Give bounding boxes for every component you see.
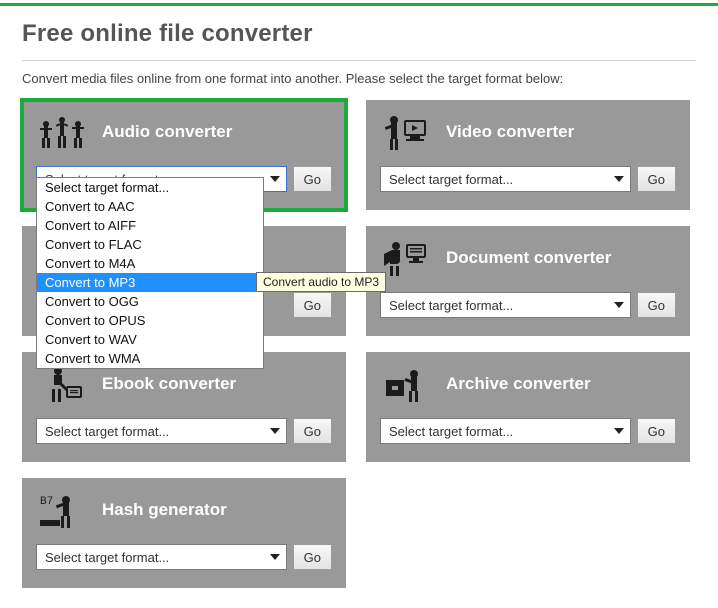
audio-go-button[interactable]: Go xyxy=(293,166,332,192)
ebook-format-select[interactable]: Select target format... xyxy=(36,418,287,444)
audio-option[interactable]: Select target format... xyxy=(37,178,263,197)
card-header: B7 Hash generator xyxy=(36,490,332,530)
card-title: Video converter xyxy=(446,122,574,142)
hash-go-button[interactable]: Go xyxy=(293,544,332,570)
chevron-down-icon xyxy=(270,428,280,434)
document-go-button[interactable]: Go xyxy=(637,292,676,318)
card-video: Video converter Select target format... … xyxy=(366,100,690,210)
hash-format-select[interactable]: Select target format... xyxy=(36,544,287,570)
card-header: Ebook converter xyxy=(36,364,332,404)
select-value: Select target format... xyxy=(45,550,169,565)
ebook-go-button[interactable]: Go xyxy=(293,418,332,444)
chevron-down-icon xyxy=(614,176,624,182)
audio-icon xyxy=(36,112,88,152)
card-header: Archive converter xyxy=(380,364,676,404)
chevron-down-icon xyxy=(614,302,624,308)
archive-format-select[interactable]: Select target format... xyxy=(380,418,631,444)
audio-option[interactable]: Convert to MP3 xyxy=(37,273,263,292)
audio-option[interactable]: Convert to WAV xyxy=(37,330,263,349)
audio-dropdown-panel[interactable]: Select target format...Convert to AACCon… xyxy=(36,177,264,369)
card-title: Ebook converter xyxy=(102,374,236,394)
page-intro: Convert media files online from one form… xyxy=(22,71,696,86)
card-audio: Audio converter Select target format... … xyxy=(22,100,346,210)
card-archive: Archive converter Select target format..… xyxy=(366,352,690,462)
card-controls: Select target format... Go xyxy=(380,418,676,444)
audio-option[interactable]: Convert to AIFF xyxy=(37,216,263,235)
card-controls: Select target format... Go xyxy=(380,166,676,192)
document-icon xyxy=(380,238,432,278)
card-hash: B7 Hash generator Select target format..… xyxy=(22,478,346,588)
card-controls: Select target format... Go xyxy=(36,418,332,444)
audio-option[interactable]: Convert to OGG xyxy=(37,292,263,311)
card-title: Audio converter xyxy=(102,122,232,142)
card-header: Audio converter xyxy=(36,112,332,152)
card-title: Archive converter xyxy=(446,374,591,394)
chevron-down-icon xyxy=(270,176,280,182)
archive-icon xyxy=(380,364,432,404)
svg-text:B7: B7 xyxy=(40,496,53,508)
card-header: Video converter xyxy=(380,112,676,152)
card-document: Document converter Select target format.… xyxy=(366,226,690,336)
video-go-button[interactable]: Go xyxy=(637,166,676,192)
document-format-select[interactable]: Select target format... xyxy=(380,292,631,318)
hash-icon: B7 xyxy=(36,490,88,530)
card-title: Document converter xyxy=(446,248,611,268)
archive-go-button[interactable]: Go xyxy=(637,418,676,444)
video-format-select[interactable]: Select target format... xyxy=(380,166,631,192)
audio-option[interactable]: Convert to WMA xyxy=(37,349,263,368)
select-value: Select target format... xyxy=(389,424,513,439)
audio-option[interactable]: Convert to AAC xyxy=(37,197,263,216)
chevron-down-icon xyxy=(270,554,280,560)
image-go-button[interactable]: Go xyxy=(293,292,332,318)
card-title: Hash generator xyxy=(102,500,227,520)
select-value: Select target format... xyxy=(389,172,513,187)
audio-option[interactable]: Convert to FLAC xyxy=(37,235,263,254)
title-divider xyxy=(22,60,696,61)
select-value: Select target format... xyxy=(389,298,513,313)
card-header: Document converter xyxy=(380,238,676,278)
ebook-icon xyxy=(36,364,88,404)
audio-option[interactable]: Convert to OPUS xyxy=(37,311,263,330)
page-body: Free online file converter Convert media… xyxy=(0,6,718,608)
card-controls: Select target format... Go xyxy=(380,292,676,318)
page-title: Free online file converter xyxy=(22,20,696,48)
card-controls: Select target format... Go xyxy=(36,544,332,570)
chevron-down-icon xyxy=(614,428,624,434)
select-value: Select target format... xyxy=(45,424,169,439)
audio-option[interactable]: Convert to M4A xyxy=(37,254,263,273)
hover-tooltip: Convert audio to MP3 xyxy=(256,272,386,292)
converter-grid: Audio converter Select target format... … xyxy=(22,100,696,588)
video-icon xyxy=(380,112,432,152)
